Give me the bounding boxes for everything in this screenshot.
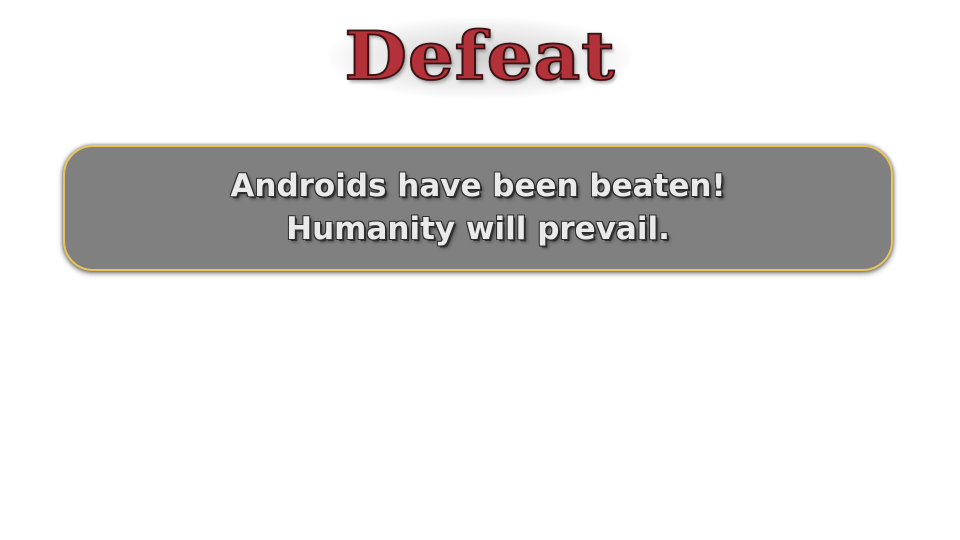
- result-message-line-2: Humanity will prevail.: [286, 211, 670, 247]
- defeat-title: Defeat: [344, 16, 616, 95]
- title-area: Defeat: [0, 8, 960, 104]
- result-message-panel: Androids have been beaten! Humanity will…: [63, 145, 893, 271]
- game-over-screen: Defeat Androids have been beaten! Humani…: [0, 0, 960, 540]
- result-message-line-1: Androids have been beaten!: [230, 168, 726, 204]
